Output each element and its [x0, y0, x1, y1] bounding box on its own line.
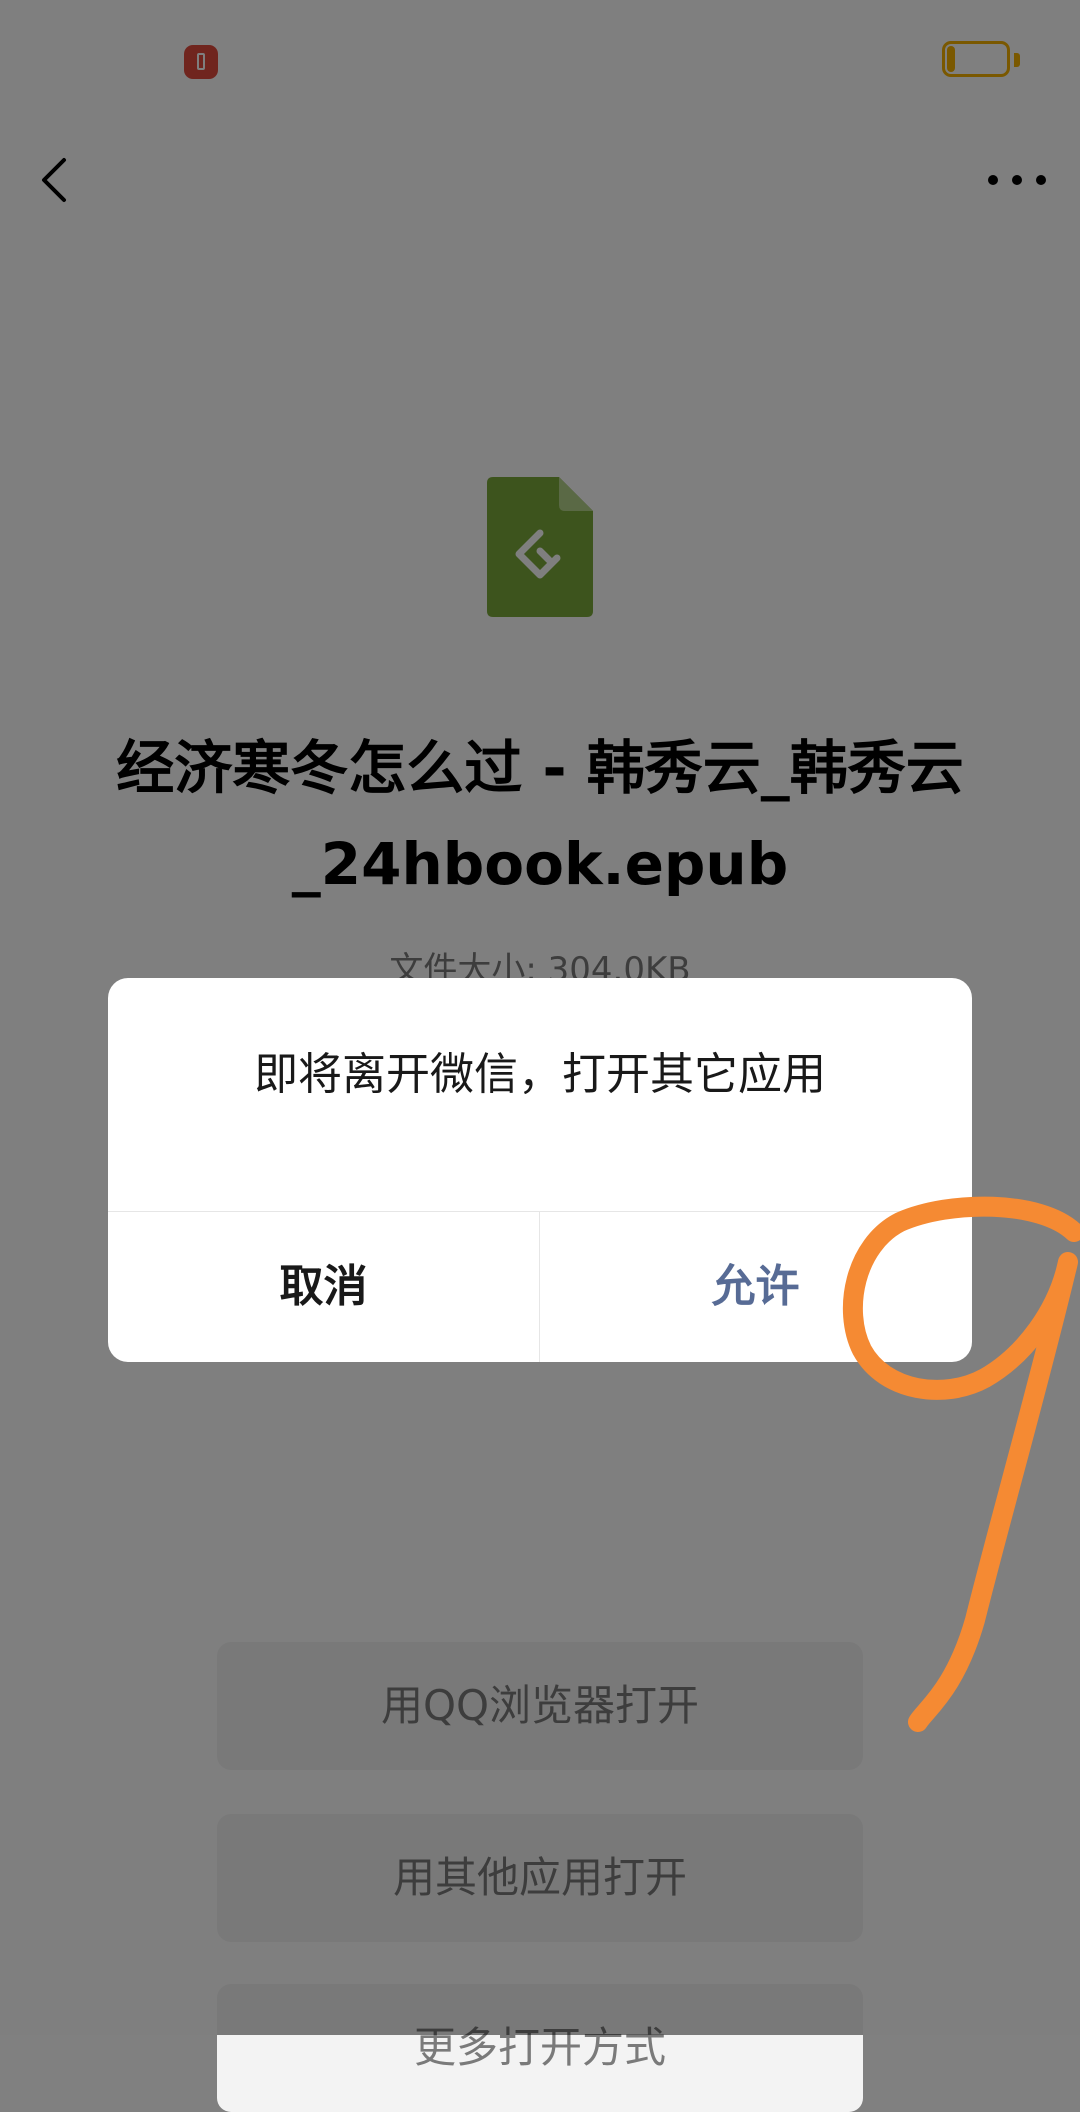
cancel-button[interactable]: 取消	[108, 1212, 539, 1362]
dialog-message: 即将离开微信，打开其它应用	[254, 1049, 826, 1100]
allow-button[interactable]: 允许	[540, 1212, 971, 1362]
leave-wechat-dialog: 即将离开微信，打开其它应用 取消 允许	[108, 978, 972, 1362]
